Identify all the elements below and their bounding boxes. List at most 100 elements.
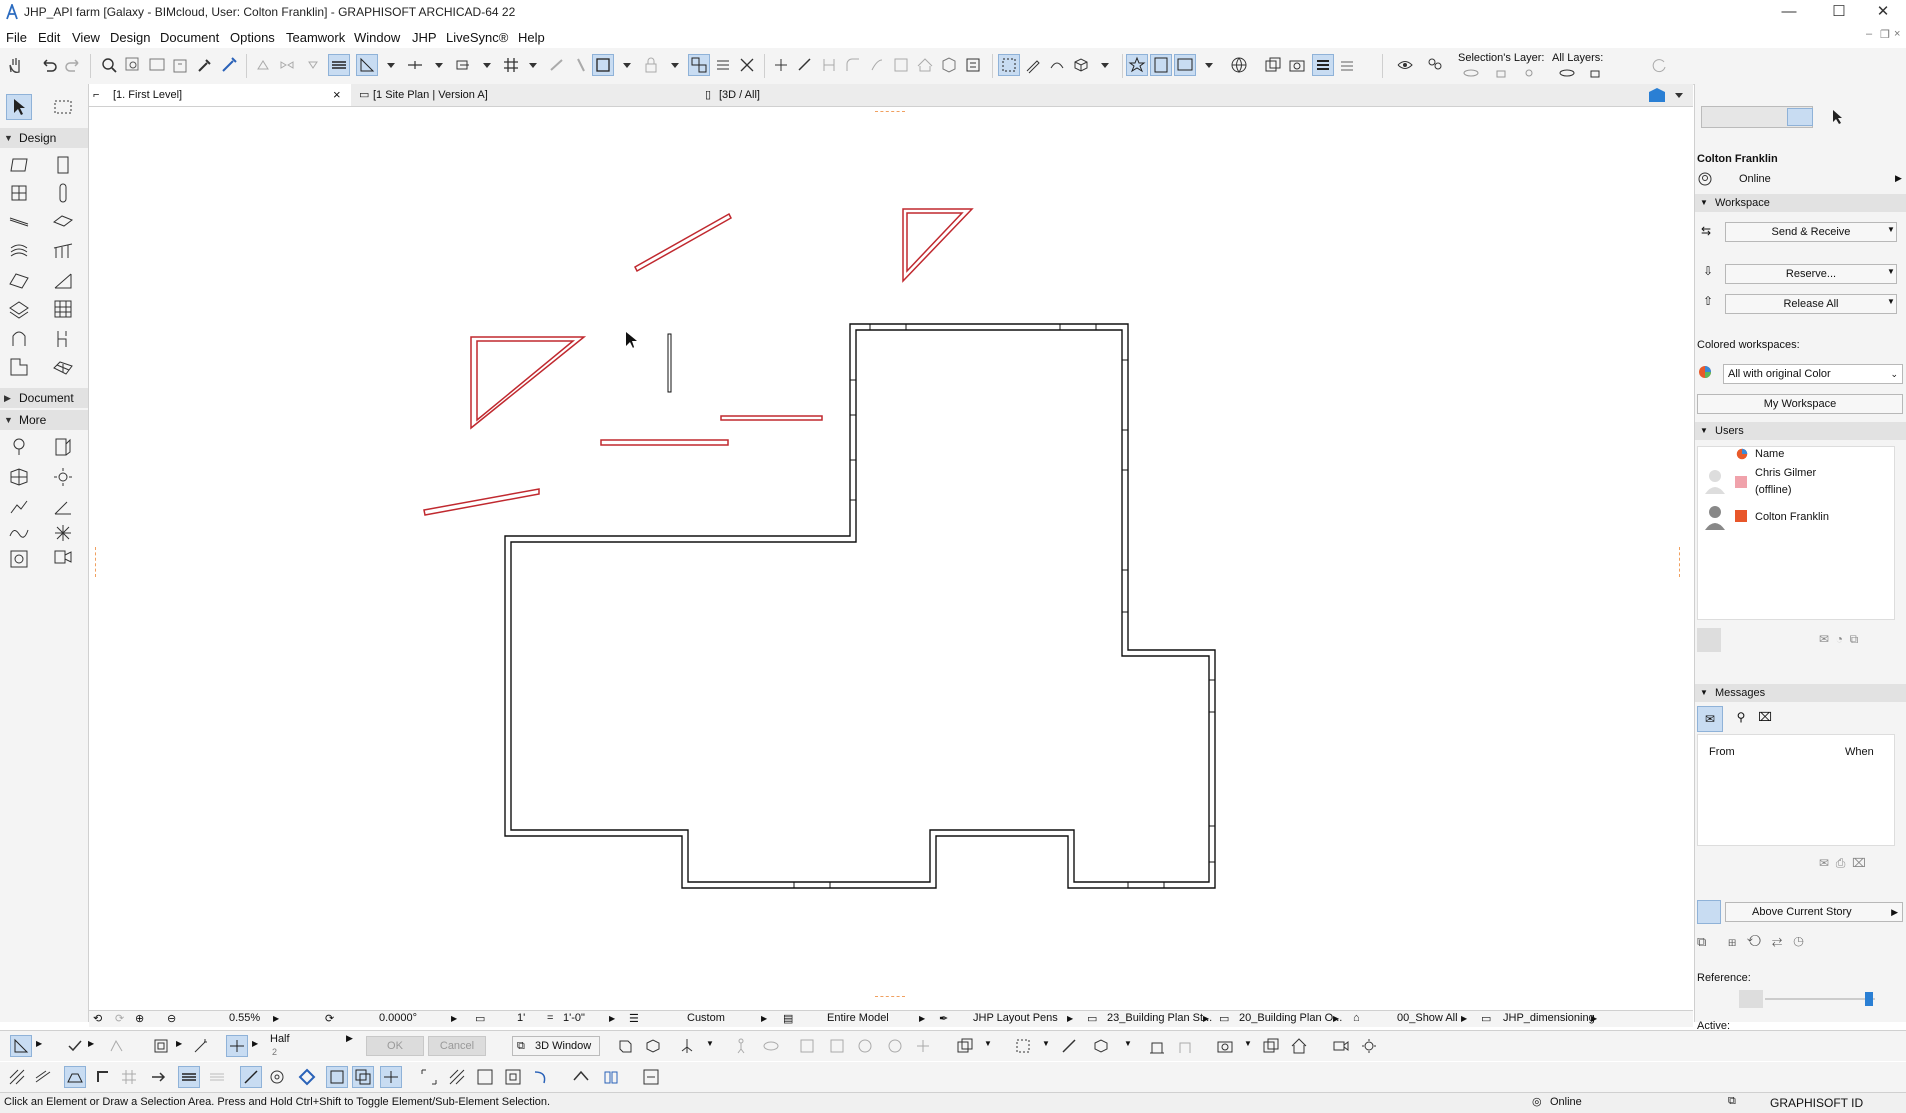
- messages-from-column[interactable]: From: [1709, 746, 1735, 758]
- frame-icon[interactable]: [326, 1066, 348, 1088]
- menu-design[interactable]: Design: [110, 30, 150, 45]
- stair-tool-icon[interactable]: [6, 238, 32, 264]
- orientation-icon[interactable]: ⟳: [325, 1012, 334, 1025]
- curve-icon[interactable]: [1046, 54, 1068, 76]
- shell-tool-icon[interactable]: [50, 268, 76, 294]
- section-icon[interactable]: [1058, 1035, 1080, 1057]
- reserve-button[interactable]: Reserve...: [1725, 264, 1897, 284]
- trace-actions-icons[interactable]: ⧉ ⊞ ⟲ ⇄ ◷: [1697, 934, 1906, 954]
- target-icon[interactable]: [266, 1066, 288, 1088]
- arrow-right-icon[interactable]: [148, 1066, 170, 1088]
- grid-icon[interactable]: [500, 54, 522, 76]
- guide-line-icon[interactable]: [404, 54, 426, 76]
- snap-menu-arrow-icon[interactable]: ▶: [252, 1039, 258, 1048]
- hatch-pattern-icon[interactable]: [32, 1066, 54, 1088]
- minimize-button[interactable]: —: [1766, 0, 1812, 26]
- marquee-options-icon[interactable]: [1012, 1035, 1034, 1057]
- sun-tool-icon[interactable]: [50, 464, 76, 490]
- doc-close-icon[interactable]: ×: [1894, 28, 1900, 40]
- settings-icon[interactable]: [962, 54, 984, 76]
- user1-name[interactable]: Chris Gilmer: [1755, 467, 1816, 479]
- arrow-mode-icon[interactable]: [1825, 106, 1857, 128]
- group-icon[interactable]: [688, 54, 710, 76]
- dropdown-arrow-icon[interactable]: [428, 54, 450, 76]
- curve-tool-icon[interactable]: [106, 1035, 128, 1057]
- 3d-tool-c-icon[interactable]: [854, 1035, 876, 1057]
- tab-navigator-icon[interactable]: [1647, 86, 1687, 104]
- hatch-light-icon[interactable]: [206, 1066, 228, 1088]
- skylight-tool-icon[interactable]: [6, 296, 32, 322]
- geometry-method-icon[interactable]: [10, 1035, 32, 1057]
- 3d-tool-a-icon[interactable]: [796, 1035, 818, 1057]
- pencil-icon[interactable]: [1022, 54, 1044, 76]
- cancel-button[interactable]: Cancel: [428, 1036, 486, 1056]
- reference-slider[interactable]: [1765, 998, 1875, 1000]
- curtain-wall-tool-icon[interactable]: [50, 296, 76, 322]
- layer-lock-icon[interactable]: [1490, 66, 1512, 80]
- lock-icon[interactable]: [640, 54, 662, 76]
- scale-value-a[interactable]: 1': [517, 1012, 525, 1024]
- drag-icon[interactable]: [302, 54, 324, 76]
- orbit-icon[interactable]: [760, 1035, 782, 1057]
- camera-menu-arrow-icon[interactable]: ▼: [1244, 1039, 1252, 1048]
- layer-combination[interactable]: Custom: [687, 1012, 725, 1024]
- book-icon[interactable]: [600, 1066, 622, 1088]
- offset-tool-icon[interactable]: [150, 1035, 172, 1057]
- diamond-icon[interactable]: [296, 1066, 318, 1088]
- fit-window-icon[interactable]: [146, 54, 168, 76]
- intersect-icon[interactable]: [818, 54, 840, 76]
- teamwork-icon[interactable]: [1424, 54, 1446, 76]
- 3d-window-options-icon[interactable]: [954, 1035, 976, 1057]
- explode-icon[interactable]: [736, 54, 758, 76]
- status-menu-arrow-icon[interactable]: ▶: [1895, 173, 1902, 184]
- pen-set-menu-arrow-icon[interactable]: ▶: [1067, 1014, 1073, 1023]
- orientation-value[interactable]: 0.0000°: [379, 1012, 417, 1024]
- camera-tool-icon[interactable]: [50, 546, 76, 572]
- menu-jhp[interactable]: JHP: [412, 30, 437, 45]
- release-all-button[interactable]: Release All: [1725, 294, 1897, 314]
- toolbox-section-design[interactable]: ▼ Design: [0, 128, 88, 148]
- house-options-icon[interactable]: [1288, 1035, 1310, 1057]
- cube-icon[interactable]: [1070, 54, 1092, 76]
- zone-tool-icon[interactable]: [6, 354, 32, 380]
- scale-menu-arrow-icon[interactable]: ▶: [609, 1014, 615, 1023]
- dropdown-arrow-icon[interactable]: [476, 54, 498, 76]
- split-icon[interactable]: [770, 54, 792, 76]
- slab-tool-icon[interactable]: [50, 208, 76, 234]
- 3d-cube-icon[interactable]: [642, 1035, 664, 1057]
- home-roof-icon[interactable]: [570, 1066, 592, 1088]
- rotate-view-icon[interactable]: ⟲: [93, 1012, 102, 1025]
- fill-pattern-icon[interactable]: [6, 1066, 28, 1088]
- undo-icon[interactable]: [38, 54, 60, 76]
- all-layers-lock-icon[interactable]: [1584, 66, 1606, 80]
- mirror-icon[interactable]: [276, 54, 298, 76]
- ok-button[interactable]: OK: [366, 1036, 424, 1056]
- refresh-icon[interactable]: [1648, 54, 1670, 76]
- hatch-fill-icon[interactable]: [178, 1066, 200, 1088]
- zoom-region-icon[interactable]: [122, 54, 144, 76]
- magic-wand-icon[interactable]: [190, 1035, 212, 1057]
- spline-tool-icon[interactable]: [6, 520, 32, 546]
- reserve-request-icon[interactable]: ⚲: [1731, 710, 1751, 730]
- dropdown-arrow-icon[interactable]: [664, 54, 686, 76]
- doc-minimize-icon[interactable]: –: [1866, 28, 1872, 40]
- solid-options-icon[interactable]: [1090, 1035, 1112, 1057]
- marquee-tool-icon[interactable]: [50, 94, 76, 120]
- section-messages[interactable]: ▼ Messages: [1695, 684, 1906, 702]
- arrow-tool-icon[interactable]: [6, 94, 32, 120]
- dimension-snap-icon[interactable]: [380, 1066, 402, 1088]
- checkmark-menu-arrow-icon[interactable]: ▶: [88, 1039, 94, 1048]
- eye-icon[interactable]: [1394, 54, 1416, 76]
- surface-icon[interactable]: [64, 1066, 86, 1088]
- 3d-window-button[interactable]: ⧉ 3D Window: [512, 1036, 600, 1056]
- dropdown-arrow-icon[interactable]: [1198, 54, 1220, 76]
- adjust-icon[interactable]: [794, 54, 816, 76]
- messages-when-column[interactable]: When: [1845, 746, 1874, 758]
- redo-icon[interactable]: [62, 54, 84, 76]
- column-tool-icon[interactable]: [50, 180, 76, 206]
- interior-elevation-tool-icon[interactable]: [50, 434, 76, 460]
- object-tool-icon[interactable]: [50, 326, 76, 352]
- camera-icon[interactable]: [1286, 54, 1308, 76]
- half-menu-arrow-icon[interactable]: ▶: [346, 1033, 353, 1044]
- renovation-filter[interactable]: 20_Building Plan O...: [1239, 1012, 1342, 1024]
